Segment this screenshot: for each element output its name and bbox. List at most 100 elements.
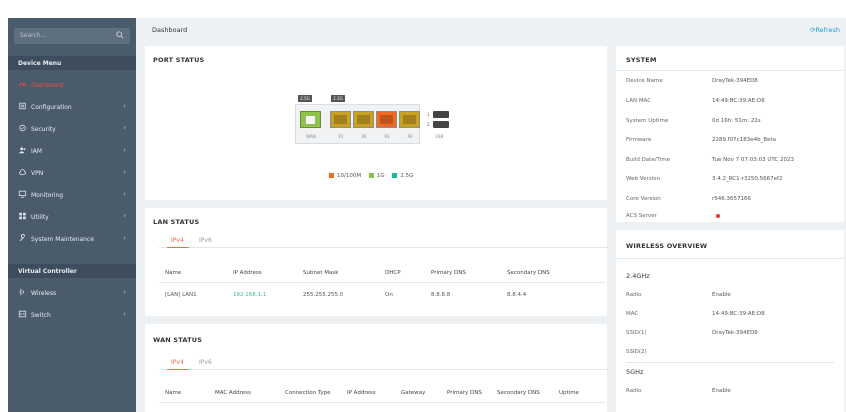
- sidebar: Search... Device Menu Dashboard Configur…: [8, 18, 136, 412]
- divider: [626, 362, 834, 363]
- system-value: 2289.f07c183e4b_Beta: [712, 137, 777, 143]
- tab-ipv4[interactable]: IPv4: [171, 237, 184, 244]
- legend-item: 10/100M: [329, 173, 361, 179]
- lan-status-card: LAN STATUS IPv4 IPv6 Name IP Address Sub…: [145, 208, 609, 316]
- chevron-right-icon: ›: [123, 212, 126, 220]
- column-header: Connection Type: [285, 390, 331, 396]
- system-key: System Uptime: [626, 118, 669, 124]
- legend-label: 2.5G: [400, 173, 414, 179]
- top-bar: Dashboard ⟳Refresh: [136, 18, 846, 42]
- divider: [159, 402, 605, 403]
- system-value: 14:49:BC:39:AE:D8: [712, 98, 765, 104]
- wireless-key: MAC: [626, 311, 639, 317]
- system-key: Web Version: [626, 176, 660, 182]
- wireless-value: DrayTek-394ED8: [712, 330, 758, 336]
- port-wan[interactable]: [300, 111, 321, 128]
- chevron-right-icon: ›: [123, 190, 126, 198]
- wireless-key: SSID(1): [626, 330, 647, 336]
- port-label: P4: [407, 134, 413, 139]
- configuration-icon: [19, 102, 26, 110]
- sidebar-item-label: IAM: [31, 148, 43, 155]
- refresh-button[interactable]: ⟳Refresh: [810, 26, 840, 34]
- sidebar-item-monitoring[interactable]: Monitoring ›: [8, 186, 136, 202]
- divider: [616, 70, 844, 71]
- usb-port-number: 1: [427, 112, 430, 117]
- usb-port-1[interactable]: [433, 111, 449, 118]
- legend-item: 1G: [368, 173, 385, 179]
- chevron-right-icon: ›: [123, 288, 126, 296]
- system-value: Tue Nov 7 07:03:03 UTC 2023: [712, 157, 794, 163]
- lan-status-title: LAN STATUS: [153, 218, 200, 226]
- device-menu-header: Device Menu: [8, 56, 136, 70]
- column-header: Primary DNS: [431, 270, 466, 276]
- usb-port-number: 2: [427, 122, 430, 127]
- port-status-title: PORT STATUS: [153, 56, 205, 64]
- search-input[interactable]: Search...: [20, 32, 46, 39]
- tab-ipv6[interactable]: IPv6: [199, 237, 212, 244]
- column-header: Subnet Mask: [303, 270, 339, 276]
- port-speed-badge: 2.5G: [331, 95, 345, 102]
- shield-icon: [19, 124, 26, 132]
- sidebar-item-security[interactable]: Security ›: [8, 120, 136, 136]
- port-speed-badge: 2.5G: [298, 95, 312, 102]
- sidebar-item-label: System Maintenance: [31, 236, 94, 243]
- wireless-value: Enable: [712, 292, 731, 298]
- wan-status-title: WAN STATUS: [153, 336, 203, 344]
- acs-status-dot: [716, 214, 720, 218]
- port-p4[interactable]: [399, 111, 420, 128]
- table-cell-link[interactable]: 192.168.1.1: [233, 292, 266, 298]
- tab-ipv6[interactable]: IPv6: [199, 359, 212, 366]
- chevron-right-icon: ›: [123, 310, 126, 318]
- legend-item: 2.5G: [392, 173, 413, 179]
- refresh-label: Refresh: [815, 26, 840, 34]
- wan-tabs: IPv4 IPv6: [159, 356, 609, 370]
- system-key: LAN MAC: [626, 98, 652, 104]
- sidebar-item-iam[interactable]: IAM ›: [8, 142, 136, 158]
- chevron-right-icon: ›: [123, 102, 126, 110]
- legend-label: 1G: [376, 173, 385, 179]
- sidebar-item-switch[interactable]: Switch ›: [8, 306, 136, 322]
- column-header: Gateway: [401, 390, 426, 396]
- sidebar-item-utility[interactable]: Utility ›: [8, 208, 136, 224]
- breadcrumb: Dashboard: [152, 26, 188, 34]
- grid-icon: [19, 212, 26, 220]
- chevron-right-icon: ›: [123, 146, 126, 154]
- system-value: 0d 16h: 51m: 22s: [712, 118, 761, 124]
- sidebar-item-label: Wireless: [31, 290, 57, 297]
- main-content: PORT STATUS 2.5G 2.5G WAN P1 P2 P3 P4 1 …: [136, 42, 846, 412]
- port-p1[interactable]: [330, 111, 351, 128]
- port-p3[interactable]: [376, 111, 397, 128]
- table-cell: 255.255.255.0: [303, 292, 344, 298]
- sidebar-item-dashboard[interactable]: Dashboard: [8, 76, 136, 92]
- system-card: SYSTEM Device Name DrayTek-394ED8 LAN MA…: [616, 46, 844, 222]
- system-value: DrayTek-394ED8: [712, 78, 758, 84]
- column-header: MAC Address: [215, 390, 251, 396]
- port-p2[interactable]: [353, 111, 374, 128]
- wan-status-card: WAN STATUS IPv4 IPv6 Name MAC Address Co…: [145, 324, 609, 412]
- tab-ipv4[interactable]: IPv4: [171, 359, 184, 366]
- table-cell: 8.8.4.4: [507, 292, 527, 298]
- active-tab-indicator: [167, 247, 189, 248]
- sidebar-item-wireless[interactable]: Wireless ›: [8, 284, 136, 300]
- sidebar-item-label: Dashboard: [31, 82, 64, 89]
- search-icon[interactable]: [116, 31, 124, 39]
- port-legend: 10/100M 1G 2.5G: [329, 173, 413, 179]
- sidebar-item-label: Utility: [31, 214, 49, 221]
- table-cell: 8.8.8.8: [431, 292, 451, 298]
- port-label: P3: [384, 134, 390, 139]
- sidebar-item-system-maintenance[interactable]: System Maintenance ›: [8, 230, 136, 246]
- sidebar-item-configuration[interactable]: Configuration ›: [8, 98, 136, 114]
- port-panel: WAN P1 P2 P3 P4: [295, 104, 420, 144]
- divider: [159, 282, 605, 283]
- cloud-icon: [19, 169, 27, 175]
- lan-tabs: IPv4 IPv6: [159, 234, 609, 248]
- system-key: Build Date/Time: [626, 157, 671, 163]
- search-box[interactable]: Search...: [14, 28, 130, 44]
- wireless-value: 14:49:BC:39:AE:D8: [712, 311, 765, 317]
- column-header: Name: [165, 390, 182, 396]
- sidebar-item-vpn[interactable]: VPN ›: [8, 164, 136, 180]
- usb-port-2[interactable]: [433, 121, 449, 128]
- system-key: ACS Server: [626, 213, 657, 219]
- monitor-icon: [18, 190, 27, 198]
- chevron-right-icon: ›: [123, 124, 126, 132]
